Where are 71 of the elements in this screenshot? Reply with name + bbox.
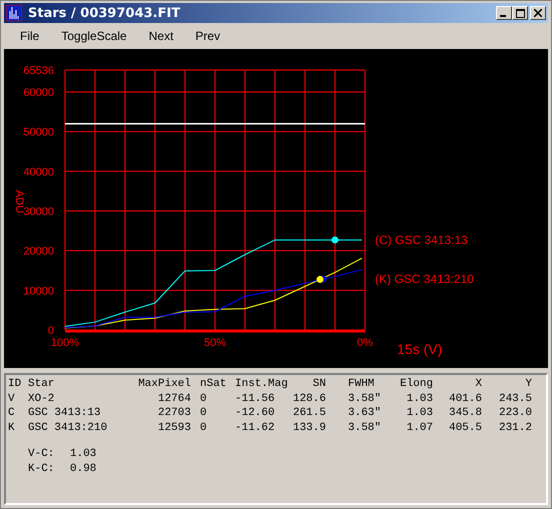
window-title: Stars / 00397043.FIT [28, 6, 182, 20]
axis-tick-label: 60000 [23, 86, 54, 99]
close-icon [534, 9, 542, 17]
table-cell-text: GSC 3413:13 [28, 407, 102, 420]
table-cell-text: 1.03 [406, 407, 433, 420]
star-label: (C) GSC 3413:13 [375, 232, 468, 247]
column-header: FWHM [347, 378, 376, 390]
axis-tick-label: 100% [50, 337, 80, 349]
table-cell-text: 22703 [156, 407, 191, 420]
table-cell-text: 0 [199, 407, 208, 420]
axis-tick-label: 0% [357, 337, 373, 349]
data-point [332, 236, 338, 244]
maximize-icon [516, 8, 524, 18]
axis-tick-label: 40000 [23, 166, 54, 178]
column-header: Elong [398, 378, 433, 390]
column-header: X [474, 378, 482, 390]
app-icon [6, 5, 22, 21]
table-cell-text: C [8, 407, 16, 420]
minimize-button[interactable] [496, 6, 512, 20]
column-header: ID [8, 378, 22, 390]
table-cell-text: 3.58" [347, 422, 382, 434]
table-cell-text: -11.62 [235, 422, 276, 434]
difference-label: K-C: [28, 462, 56, 475]
axis-tick-label: 30000 [23, 206, 54, 218]
axis-tick-label: 0 [48, 325, 54, 337]
axis-tick-label: 50% [204, 337, 226, 349]
table-cell-text: 401.6 [448, 392, 482, 405]
table-cell-text: 405.5 [448, 422, 482, 434]
table-cell-text: 1.07 [406, 422, 433, 434]
table-cell-text: 223.0 [498, 407, 532, 420]
star-label: (K) GSC 3413:210 [375, 272, 474, 286]
table-cell-text: 12593 [156, 422, 191, 434]
column-header: Inst.Mag [235, 378, 289, 390]
table-cell-text: 3.63" [347, 407, 382, 420]
column-header: Y [524, 378, 532, 390]
table-cell-text: 243.5 [498, 392, 532, 405]
table-cell-text: 128.6 [292, 392, 326, 405]
table-cell-text: 0 [199, 392, 208, 405]
table-cell-text: 12764 [156, 392, 191, 405]
axis-tick-label: 20000 [23, 246, 54, 258]
table-cell-text: 133.9 [292, 422, 326, 434]
menu-item[interactable]: Next [140, 29, 182, 43]
difference-value: 0.98 [70, 462, 96, 475]
difference-value: 1.03 [70, 448, 96, 460]
table-cell-text: -11.56 [235, 392, 276, 405]
table-cell-text: -12.60 [235, 407, 276, 420]
column-header: nSat [199, 378, 228, 390]
close-button[interactable] [530, 6, 546, 20]
table-cell-text: 261.5 [292, 407, 326, 420]
table-cell-text: XO-2 [28, 392, 56, 405]
column-header: MaxPixel [137, 378, 191, 390]
table-cell-text: K [8, 422, 16, 434]
axis-tick-label: 65536 [23, 65, 54, 77]
table-cell-text: 3.58" [347, 392, 382, 405]
axis-tick-label: 10000 [23, 285, 54, 298]
menu-item[interactable]: Prev [187, 29, 228, 43]
table-cell-text: GSC 3413:210 [28, 422, 108, 434]
column-header: SN [312, 378, 326, 390]
table-cell-text: 0 [199, 422, 208, 434]
column-header: Star [28, 378, 56, 390]
table-cell-text: V [8, 392, 16, 405]
table-cell-text: 345.8 [448, 407, 482, 420]
maximize-button[interactable] [512, 6, 528, 20]
menu-item[interactable]: File [12, 29, 48, 43]
difference-label: V-C: [28, 448, 56, 460]
axis-title: 15s (V) [397, 341, 442, 357]
table-cell-text: 1.03 [406, 392, 433, 405]
axis-tick-label: 50000 [23, 126, 54, 139]
table-cell-text: 231.2 [498, 422, 532, 434]
axis-title: ADU [13, 190, 25, 214]
menu-item[interactable]: ToggleScale [53, 29, 135, 43]
